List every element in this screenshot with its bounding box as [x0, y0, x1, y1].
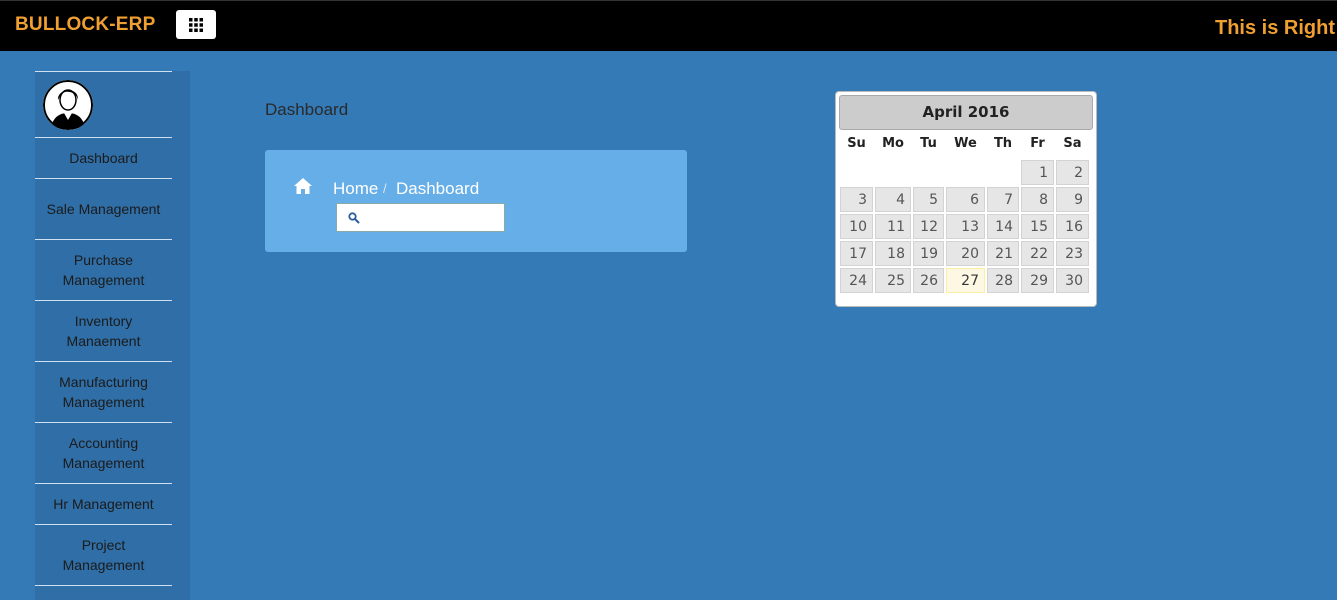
sidebar-item-label: Hr Management — [53, 496, 154, 512]
search-box[interactable] — [336, 203, 505, 232]
calendar-day[interactable]: 6 — [946, 187, 985, 212]
calendar-day[interactable]: 5 — [913, 187, 944, 212]
header-right-text: This is Right — [1215, 17, 1335, 39]
calendar-week-row: 12 — [839, 159, 1093, 186]
calendar-day[interactable]: 1 — [1021, 160, 1054, 185]
calendar-weekday-tu: Tu — [920, 136, 937, 151]
brand-logo[interactable]: BULLOCK-ERP — [15, 14, 155, 36]
home-icon[interactable] — [293, 177, 313, 195]
grid-icon — [189, 17, 203, 32]
calendar-day[interactable]: 24 — [840, 268, 873, 293]
sidebar-item-label: Inventory Manaement — [66, 313, 141, 349]
sidebar-item-hr-management[interactable]: Hr Management — [35, 484, 172, 525]
calendar-day-today[interactable]: 27 — [946, 268, 985, 293]
calendar-widget: April 2016 Su Mo Tu We Th Fr Sa 1 2 3 4 5 6 7 8 9 10 11 1… — [835, 91, 1097, 307]
calendar-day[interactable]: 23 — [1056, 241, 1089, 266]
calendar-day[interactable]: 10 — [840, 214, 873, 239]
calendar-day[interactable]: 8 — [1021, 187, 1054, 212]
calendar-day[interactable]: 9 — [1056, 187, 1089, 212]
sidebar-item-purchase-management[interactable]: Purchase Management — [35, 240, 172, 301]
calendar-day[interactable]: 14 — [987, 214, 1019, 239]
calendar-week-row: 17 18 19 20 21 22 23 — [839, 240, 1093, 267]
calendar-day[interactable]: 29 — [1021, 268, 1054, 293]
calendar-day[interactable]: 12 — [913, 214, 944, 239]
user-avatar-icon[interactable] — [43, 80, 93, 130]
apps-menu-button[interactable] — [176, 10, 216, 39]
sidebar-item-label: Sale Management — [46, 201, 161, 217]
calendar-day[interactable]: 3 — [840, 187, 873, 212]
calendar-empty-cell — [875, 160, 911, 185]
calendar-day[interactable]: 22 — [1021, 241, 1054, 266]
sidebar-profile — [35, 71, 172, 138]
sidebar-item-project-management[interactable]: Project Management — [35, 525, 172, 586]
calendar-weekday-mo: Mo — [882, 136, 904, 151]
breadcrumb-separator: / — [383, 181, 387, 196]
calendar-day[interactable]: 2 — [1056, 160, 1089, 185]
calendar-week-row: 24 25 26 27 28 29 30 — [839, 267, 1093, 294]
page-title: Dashboard — [265, 100, 349, 119]
calendar-weekday-sa: Sa — [1063, 136, 1082, 151]
sidebar-item-dashboard[interactable]: Dashboard — [35, 138, 172, 179]
sidebar-item-sale-management[interactable]: Sale Management — [35, 179, 172, 240]
calendar-empty-cell — [987, 160, 1019, 185]
search-input[interactable] — [365, 208, 500, 228]
calendar-day[interactable]: 4 — [875, 187, 911, 212]
calendar-weekday-fr: Fr — [1030, 136, 1045, 151]
calendar-day[interactable]: 30 — [1056, 268, 1089, 293]
calendar-week-row: 3456789 — [839, 186, 1093, 213]
sidebar-item-label: Dashboard — [69, 150, 138, 166]
breadcrumb-home-link[interactable]: Home — [333, 179, 378, 199]
top-navbar: BULLOCK-ERP This is Right — [0, 0, 1337, 51]
calendar-day[interactable]: 16 — [1056, 214, 1089, 239]
sidebar-item-label: Accounting Management — [62, 435, 145, 471]
calendar-month-title: April 2016 — [839, 95, 1093, 130]
calendar-day[interactable]: 21 — [987, 241, 1019, 266]
calendar-day[interactable]: 7 — [987, 187, 1019, 212]
calendar-week-row: 10 11 12 13 14 15 16 — [839, 213, 1093, 240]
sidebar: Dashboard Sale Management Purchase Manag… — [35, 71, 190, 600]
calendar-weekday-th: Th — [993, 136, 1013, 151]
sidebar-item-inventory-management[interactable]: Inventory Manaement — [35, 301, 172, 362]
calendar-empty-cell — [840, 160, 873, 185]
breadcrumb-panel: Home / Dashboard — [265, 150, 687, 252]
calendar-day[interactable]: 26 — [913, 268, 944, 293]
calendar-day[interactable]: 11 — [875, 214, 911, 239]
sidebar-item-label: Project Management — [62, 537, 145, 573]
sidebar-item-label: Purchase Management — [62, 252, 145, 288]
sidebar-item-label: Manufacturing Management — [59, 374, 148, 410]
calendar-weekday-su: Su — [847, 136, 866, 151]
calendar-empty-cell — [946, 160, 985, 185]
calendar-day[interactable]: 19 — [913, 241, 944, 266]
calendar-day[interactable]: 15 — [1021, 214, 1054, 239]
breadcrumb-current[interactable]: Dashboard — [396, 179, 479, 199]
calendar-grid: 1 2 3 4 5 6 7 8 9 10 11 12 13 14 15 16 17 18 19 20 21 22 23 24 2… — [839, 159, 1093, 294]
sidebar-item-manufacturing-management[interactable]: Manufacturing Management — [35, 362, 172, 423]
calendar-day[interactable]: 20 — [946, 241, 985, 266]
calendar-empty-cell — [913, 160, 944, 185]
calendar-day[interactable]: 18 — [875, 241, 911, 266]
calendar-day[interactable]: 17 — [840, 241, 873, 266]
calendar-day[interactable]: 28 — [987, 268, 1019, 293]
search-icon — [348, 212, 360, 224]
calendar-weekday-row: Su Mo Tu We Th Fr Sa — [839, 136, 1093, 156]
calendar-day[interactable]: 25 — [875, 268, 911, 293]
sidebar-item-accounting-management[interactable]: Accounting Management — [35, 423, 172, 484]
calendar-day[interactable]: 13 — [946, 214, 985, 239]
calendar-weekday-we: We — [954, 136, 977, 151]
